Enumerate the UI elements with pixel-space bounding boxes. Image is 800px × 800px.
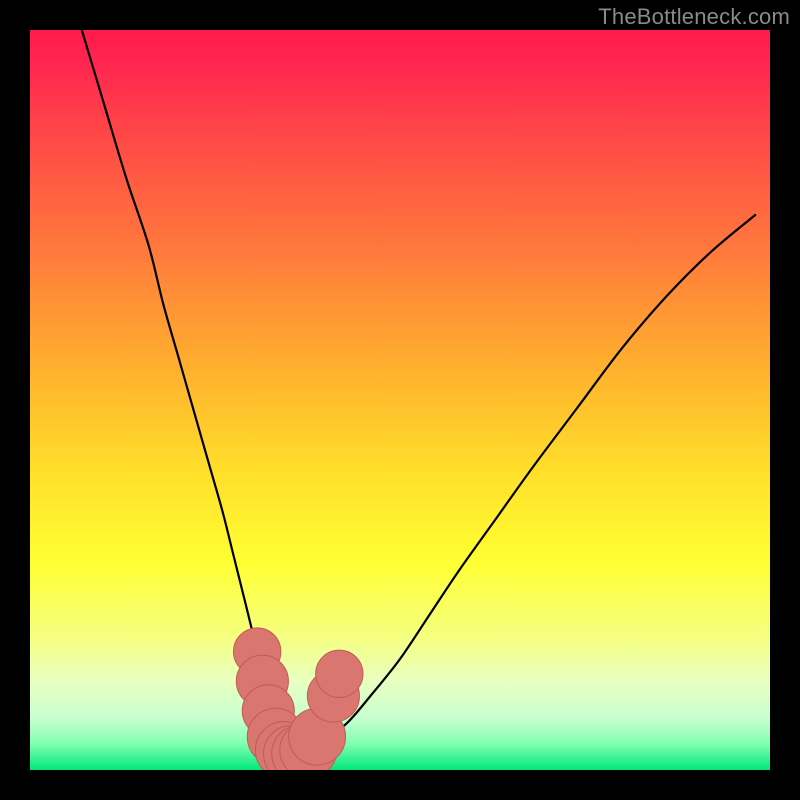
- watermark-text: TheBottleneck.com: [598, 4, 790, 30]
- bottleneck-curve: [30, 30, 770, 770]
- curve-marker: [316, 650, 363, 697]
- plot-area: [30, 30, 770, 770]
- chart-frame: TheBottleneck.com: [0, 0, 800, 800]
